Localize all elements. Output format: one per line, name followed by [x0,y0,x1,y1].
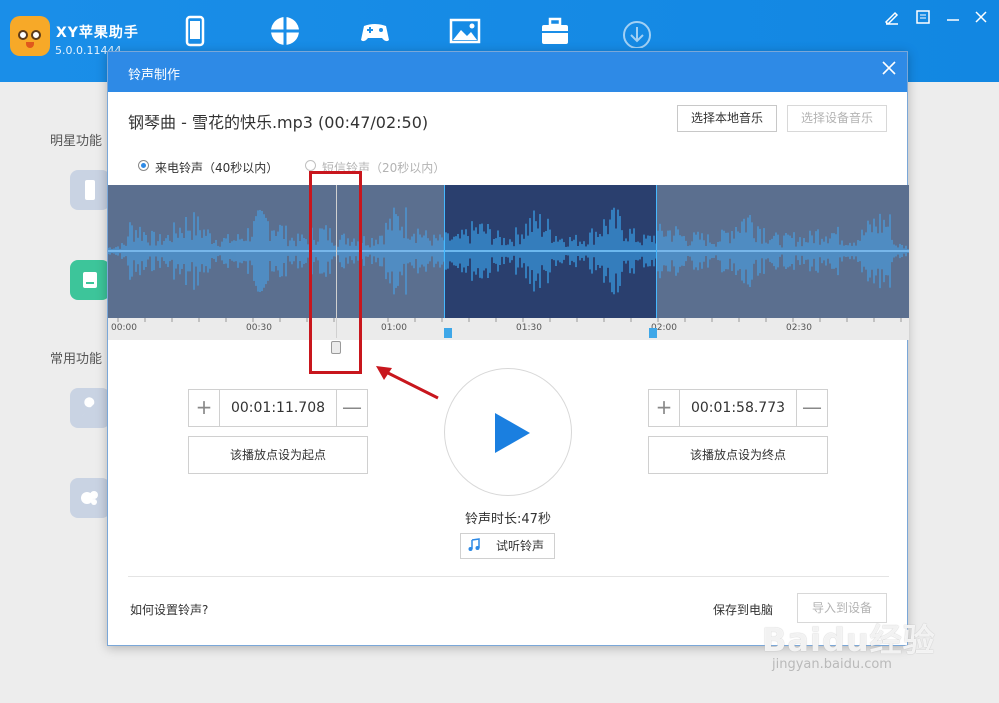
set-end-button[interactable]: 该播放点设为终点 [648,436,828,474]
wallpaper-icon[interactable] [448,14,482,48]
timeline-ruler[interactable]: 00:00 00:30 01:00 01:30 02:00 02:30 [108,318,909,340]
help-link[interactable]: 如何设置铃声? [130,601,208,618]
waveform-graphic [108,207,909,295]
sidebar-tile-tools[interactable] [70,388,110,428]
ringtone-maker-dialog: 铃声制作 钢琴曲 - 雪花的快乐.mp3 (00:47/02:50) 选择本地音… [107,51,909,646]
app-logo [10,16,50,56]
radio-call-label: 来电铃声（40秒以内） [155,161,279,175]
start-plus-button[interactable]: + [189,390,220,426]
dialog-title: 铃声制作 [128,68,181,83]
sidebar-section-featured: 明星功能 [50,134,103,149]
tick-label: 01:00 [381,323,407,333]
bubbles-icon [81,491,98,505]
watermark-sub: jingyan.baidu.com [772,657,892,672]
sidebar-section-common: 常用功能 [50,352,103,367]
sidebar-tile-phone[interactable] [70,170,110,210]
dialog-header: 铃声制作 [108,52,907,92]
download-icon[interactable] [620,14,654,49]
tick-label: 01:30 [516,323,542,333]
phone-icon [85,180,95,200]
start-time-value[interactable]: 00:01:11.708 [220,390,336,426]
wrench-icon [82,397,95,416]
music-note-icon [468,538,480,551]
start-minus-button[interactable]: — [336,390,367,426]
start-handle[interactable] [444,328,452,338]
phone-icon[interactable] [178,14,212,48]
tick-label: 00:00 [111,323,137,333]
file-title: 钢琴曲 - 雪花的快乐.mp3 (00:47/02:50) [128,113,429,132]
play-icon [495,413,530,453]
baidu-watermark: Baidu经验 jingyan.baidu.com [762,615,952,685]
selection-start-line [444,185,445,318]
watermark-main: Baidu经验 [762,621,936,659]
sidebar-tile-ringtone[interactable] [70,260,110,300]
ringtone-duration: 铃声时长:47秒 [465,512,551,527]
select-device-music-button[interactable]: 选择设备音乐 [787,105,887,132]
menu-icon[interactable] [914,8,932,26]
radio-button-unchecked[interactable] [305,160,316,171]
book-icon [83,272,97,288]
radio-button-checked[interactable] [138,160,149,171]
tick-label: 00:30 [246,323,272,333]
set-start-button[interactable]: 该播放点设为起点 [188,436,368,474]
games-icon[interactable] [358,14,392,48]
tick-label: 02:30 [786,323,812,333]
annotation-arrow-icon [376,366,439,400]
skin-icon[interactable] [883,8,901,26]
minimize-icon[interactable] [944,8,962,26]
annotation-highlight-box [309,171,362,374]
end-handle[interactable] [649,328,657,338]
select-local-music-button[interactable]: 选择本地音乐 [677,105,777,132]
apps-icon[interactable] [268,14,302,48]
selection-end-line [656,185,657,318]
close-icon[interactable] [881,60,897,76]
sidebar-tile-cleanup[interactable] [70,478,110,518]
end-time-value[interactable]: 00:01:58.773 [680,390,796,426]
divider [128,576,889,577]
preview-label: 试听铃声 [496,539,545,553]
end-plus-button[interactable]: + [649,390,680,426]
app-title: XY苹果助手 [56,25,139,41]
close-window-icon[interactable] [972,8,990,26]
toolbox-icon[interactable] [538,14,572,48]
end-minus-button[interactable]: — [796,390,827,426]
preview-ringtone-button[interactable]: 试听铃声 [460,533,555,559]
end-time-stepper[interactable]: + 00:01:58.773 — [648,389,828,427]
play-button[interactable] [444,368,572,496]
waveform[interactable] [108,185,909,318]
start-time-stepper[interactable]: + 00:01:11.708 — [188,389,368,427]
